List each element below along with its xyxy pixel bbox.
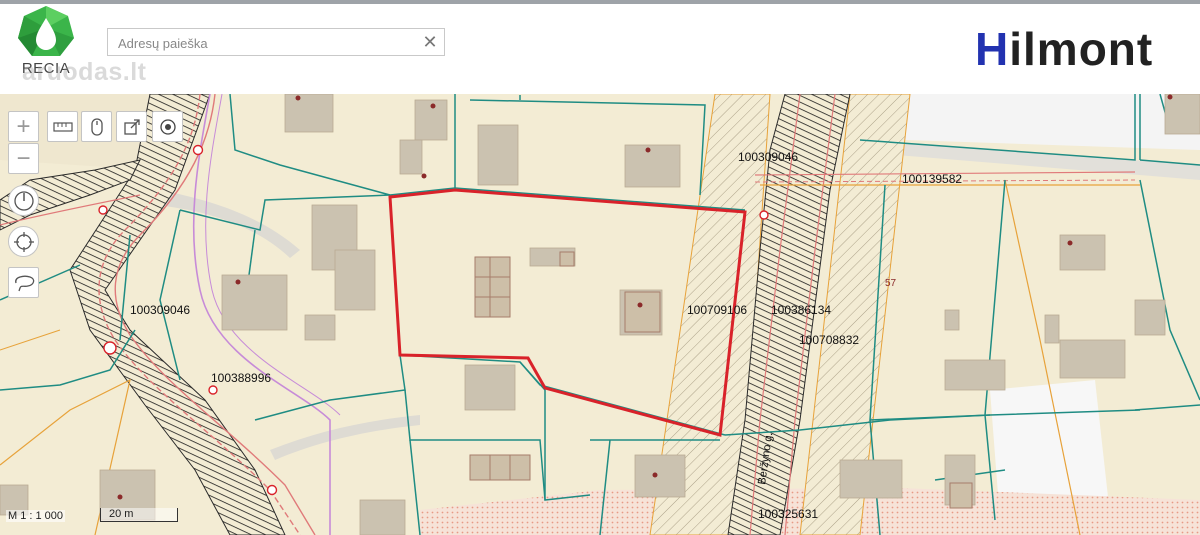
locate-button[interactable] bbox=[152, 111, 183, 142]
parcel-label: 100309046 bbox=[130, 303, 190, 317]
mouse-icon bbox=[90, 117, 103, 136]
center-map-button[interactable] bbox=[8, 226, 39, 257]
parcel-label: 100386134 bbox=[771, 303, 831, 317]
lasso-select-button[interactable] bbox=[8, 267, 39, 298]
recia-logo-icon bbox=[18, 6, 74, 56]
plus-icon: + bbox=[16, 112, 31, 140]
parcel-label: 100309046 bbox=[738, 150, 798, 164]
parcel-label: 100388996 bbox=[211, 371, 271, 385]
clear-search-icon[interactable]: ✕ bbox=[420, 31, 440, 53]
crosshair-icon bbox=[13, 231, 34, 252]
hilmont-brand: Hilmont bbox=[975, 22, 1153, 76]
parcel-label: 100139582 bbox=[902, 172, 962, 186]
brand-rest: ilmont bbox=[1009, 23, 1154, 75]
scale-ratio: M 1 : 1 000 bbox=[6, 510, 66, 522]
brand-first-letter: H bbox=[975, 23, 1010, 75]
header: RECIA aruodas.lt ✕ Hilmont bbox=[0, 0, 1200, 94]
ruler-icon bbox=[52, 121, 73, 132]
location-target-icon bbox=[159, 118, 176, 135]
scale-bar: 20 m bbox=[100, 508, 178, 522]
measure-button[interactable] bbox=[47, 111, 78, 142]
identify-button[interactable] bbox=[81, 111, 112, 142]
rotate-north-button[interactable] bbox=[8, 185, 39, 216]
house-number: 57 bbox=[885, 278, 897, 289]
zoom-out-button[interactable]: − bbox=[8, 143, 39, 174]
compass-icon bbox=[13, 190, 34, 211]
zoom-in-button[interactable]: + bbox=[8, 111, 39, 142]
parcel-label: 100325631 bbox=[758, 507, 818, 521]
parcel-label: 100708832 bbox=[799, 333, 859, 347]
cadastral-map[interactable]: 57 100309046 100309046 100139582 1003889… bbox=[0, 94, 1200, 535]
parcel-label: 100709106 bbox=[687, 303, 747, 317]
search-input[interactable] bbox=[116, 33, 420, 53]
address-search[interactable]: ✕ bbox=[107, 28, 445, 56]
share-icon bbox=[123, 118, 140, 135]
share-button[interactable] bbox=[116, 111, 147, 142]
lasso-icon bbox=[14, 275, 34, 291]
watermark-text: aruodas.lt bbox=[22, 58, 147, 86]
minus-icon: − bbox=[16, 144, 31, 172]
